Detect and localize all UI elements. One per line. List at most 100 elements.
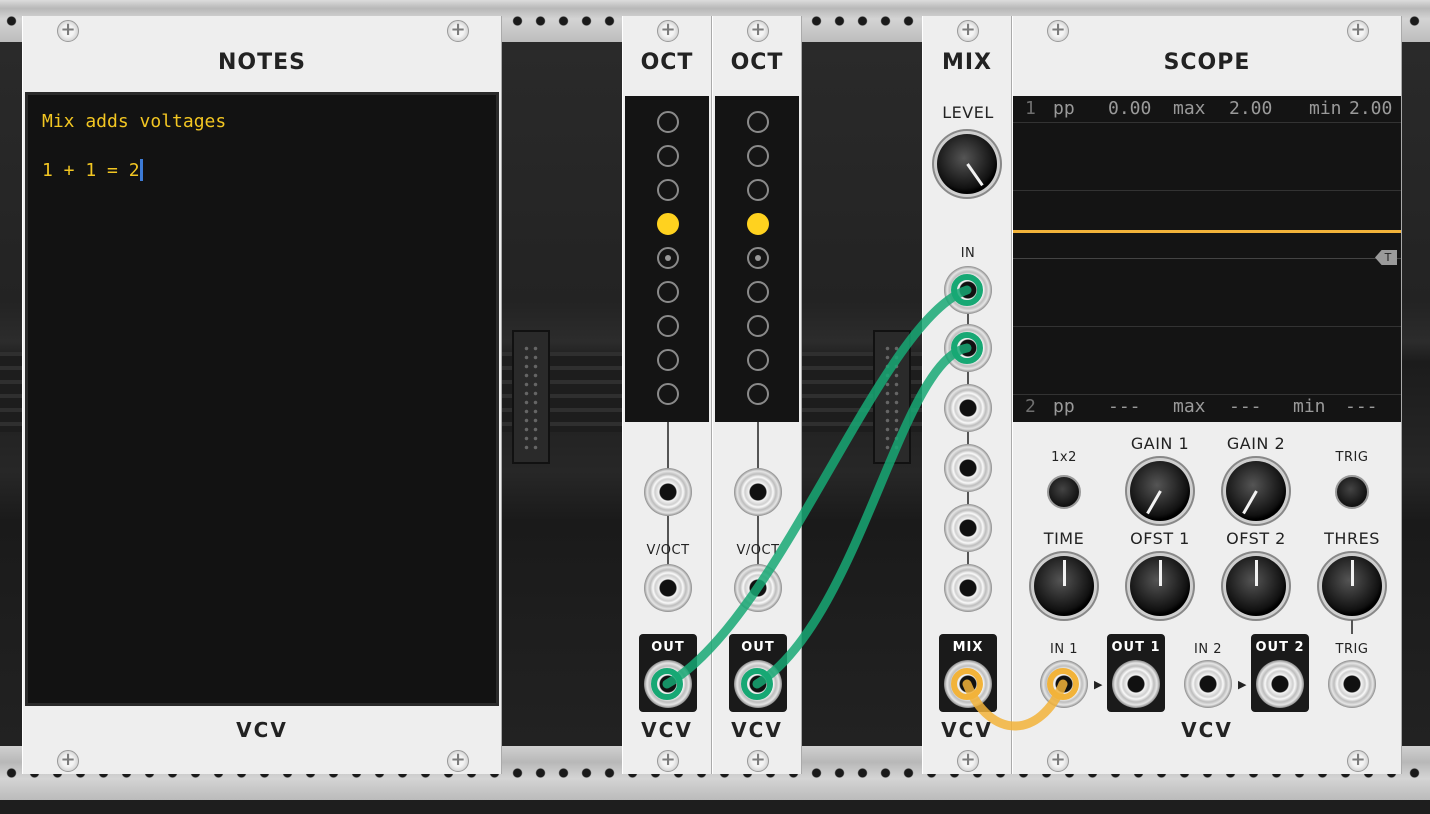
- notes-module[interactable]: NOTES Mix adds voltages 1 + 1 = 2 VCV: [22, 16, 502, 774]
- thres-label: THRES: [1324, 529, 1380, 548]
- octave-led[interactable]: [657, 349, 679, 371]
- screw-icon: [1347, 749, 1369, 772]
- gain1-label: GAIN 1: [1130, 434, 1190, 453]
- out1-label: OUT 1: [1111, 640, 1161, 655]
- rack-connector: [512, 330, 550, 464]
- brand-logo: VCV: [236, 718, 288, 742]
- max-label: max: [1173, 396, 1206, 417]
- ofst1-label: OFST 1: [1130, 529, 1190, 548]
- octave-led-zero[interactable]: [747, 247, 769, 269]
- scope-module[interactable]: SCOPE 1 pp 0.00 max 2.00 min 2.00 T 2 pp…: [1012, 16, 1402, 774]
- mix-input-jack-3[interactable]: [944, 384, 992, 432]
- mix-input-jack-4[interactable]: [944, 444, 992, 492]
- thres-knob[interactable]: [1322, 556, 1382, 616]
- trigger-marker-icon[interactable]: T: [1375, 250, 1397, 265]
- brand-logo: VCV: [641, 718, 693, 742]
- oct-module-1[interactable]: OCT V/OCT OUT VCV: [622, 16, 712, 774]
- mix-input-jack-5[interactable]: [944, 504, 992, 552]
- scope-trace: [1013, 230, 1401, 233]
- oct-module-2[interactable]: OCT V/OCT OUT VCV: [712, 16, 802, 774]
- gain2-label: GAIN 2: [1226, 434, 1286, 453]
- octave-led[interactable]: [747, 383, 769, 405]
- ch1-number: 1: [1025, 98, 1036, 119]
- brand-logo: VCV: [731, 718, 783, 742]
- time-label: TIME: [1043, 529, 1085, 548]
- external-trigger-button[interactable]: [1335, 475, 1369, 509]
- oct-output-jack[interactable]: [644, 660, 692, 708]
- trig-button-label: TRIG: [1335, 450, 1369, 465]
- screw-icon: [1347, 19, 1369, 42]
- ofst2-knob[interactable]: [1226, 556, 1286, 616]
- scope-in1-jack[interactable]: [1040, 660, 1088, 708]
- text-cursor: [139, 159, 143, 181]
- octave-led[interactable]: [657, 383, 679, 405]
- ch2-pp-value: ---: [1108, 396, 1141, 417]
- screw-icon: [747, 19, 769, 42]
- screw-icon: [447, 749, 469, 772]
- ch1-pp-value: 0.00: [1108, 98, 1152, 119]
- scope-trig-jack[interactable]: [1328, 660, 1376, 708]
- oct-offset-jack[interactable]: [734, 468, 782, 516]
- out-label: OUT: [741, 640, 775, 655]
- time-knob[interactable]: [1034, 556, 1094, 616]
- screw-icon: [657, 19, 679, 42]
- panel-line: [1351, 620, 1353, 634]
- octave-led-active[interactable]: [657, 213, 679, 235]
- octave-led[interactable]: [657, 315, 679, 337]
- screw-icon: [1047, 19, 1069, 42]
- mix-input-jack-6[interactable]: [944, 564, 992, 612]
- mix-out-label: MIX: [952, 640, 984, 655]
- mix-input-jack-2[interactable]: [944, 324, 992, 372]
- octave-led[interactable]: [747, 315, 769, 337]
- max-label: max: [1173, 98, 1206, 119]
- scope-in2-jack[interactable]: [1184, 660, 1232, 708]
- scope-display[interactable]: 1 pp 0.00 max 2.00 min 2.00 T 2 pp --- m…: [1013, 96, 1401, 422]
- voct-label: V/OCT: [646, 543, 690, 558]
- octave-led[interactable]: [657, 179, 679, 201]
- octave-led[interactable]: [657, 145, 679, 167]
- notes-line: 1 + 1 = 2: [42, 160, 140, 181]
- octave-led[interactable]: [657, 281, 679, 303]
- mode-label: 1x2: [1051, 450, 1077, 465]
- mix-module[interactable]: MIX LEVEL IN MIX VCV: [922, 16, 1012, 774]
- pp-label: pp: [1053, 396, 1075, 417]
- octave-led[interactable]: [747, 349, 769, 371]
- voct-input-jack[interactable]: [734, 564, 782, 612]
- in2-label: IN 2: [1194, 642, 1222, 657]
- mix-output-jack[interactable]: [944, 660, 992, 708]
- octave-led[interactable]: [657, 111, 679, 133]
- octave-led[interactable]: [747, 281, 769, 303]
- octave-led[interactable]: [747, 145, 769, 167]
- lissajous-mode-button[interactable]: [1047, 475, 1081, 509]
- octave-led[interactable]: [747, 111, 769, 133]
- ch2-number: 2: [1025, 396, 1036, 417]
- ofst1-knob[interactable]: [1130, 556, 1190, 616]
- notes-text-area[interactable]: Mix adds voltages 1 + 1 = 2: [25, 92, 499, 706]
- scope-ch1-stats: 1 pp 0.00 max 2.00 min 2.00: [1013, 96, 1401, 122]
- voct-label: V/OCT: [736, 543, 780, 558]
- oct-output-jack[interactable]: [734, 660, 782, 708]
- ch2-max-value: ---: [1229, 396, 1262, 417]
- notes-line: Mix adds voltages: [42, 111, 227, 132]
- out-label: OUT: [651, 640, 685, 655]
- octave-led[interactable]: [747, 179, 769, 201]
- level-knob[interactable]: [937, 134, 997, 194]
- gain2-knob[interactable]: [1226, 461, 1286, 521]
- oct-offset-jack[interactable]: [644, 468, 692, 516]
- scope-out1-jack[interactable]: [1112, 660, 1160, 708]
- ofst2-label: OFST 2: [1226, 529, 1286, 548]
- voct-input-jack[interactable]: [644, 564, 692, 612]
- gain1-knob[interactable]: [1130, 461, 1190, 521]
- module-title: OCT: [640, 50, 694, 75]
- scope-ch2-stats: 2 pp --- max --- min ---: [1013, 394, 1401, 420]
- scope-out2-jack[interactable]: [1256, 660, 1304, 708]
- arrow-icon: ▶: [1238, 678, 1247, 691]
- pp-label: pp: [1053, 98, 1075, 119]
- screw-icon: [447, 19, 469, 42]
- arrow-icon: ▶: [1094, 678, 1103, 691]
- mix-input-jack-1[interactable]: [944, 266, 992, 314]
- octave-display: [625, 96, 709, 422]
- octave-led-active[interactable]: [747, 213, 769, 235]
- octave-led-zero[interactable]: [657, 247, 679, 269]
- screw-icon: [957, 19, 979, 42]
